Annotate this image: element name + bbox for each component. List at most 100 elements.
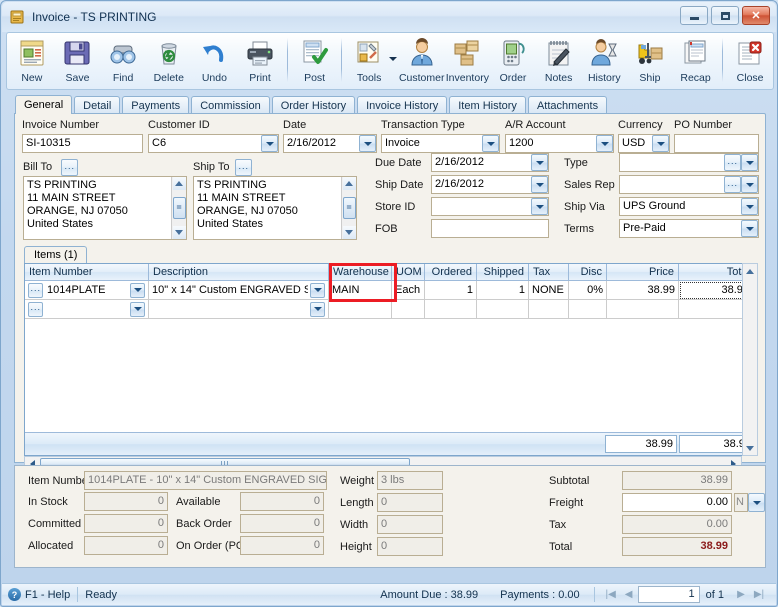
toolbar-button-history[interactable]: History xyxy=(581,33,627,89)
chevron-down-icon[interactable] xyxy=(261,135,278,152)
freight-dropdown-chevron-down-icon[interactable] xyxy=(748,493,765,512)
cell-shipped[interactable] xyxy=(477,300,529,318)
chevron-down-icon[interactable] xyxy=(741,198,758,215)
chevron-down-icon[interactable] xyxy=(531,198,548,215)
type-ellipsis-button[interactable]: ··· xyxy=(724,154,741,171)
column-header-warehouse[interactable]: Warehouse xyxy=(329,264,392,280)
tab-commission[interactable]: Commission xyxy=(191,96,270,114)
scroll-up-arrow-icon[interactable] xyxy=(743,264,757,278)
toolbar-button-inventory[interactable]: Inventory xyxy=(445,33,491,89)
toolbar-button-undo[interactable]: Undo xyxy=(192,33,238,89)
sales-rep-combo[interactable]: ··· xyxy=(619,175,759,194)
column-header-ordered[interactable]: Ordered xyxy=(425,264,477,280)
items-grid-vertical-scrollbar[interactable] xyxy=(742,263,758,456)
chevron-down-icon[interactable] xyxy=(531,154,548,171)
cell-uom[interactable]: Each xyxy=(392,281,425,299)
toolbar-button-post[interactable]: Post xyxy=(292,33,338,89)
freight-value[interactable]: 0.00 xyxy=(622,493,732,512)
ar-account-combo[interactable]: 1200 xyxy=(505,134,614,153)
scrollbar-thumb[interactable]: ≣ xyxy=(172,197,186,219)
chevron-down-icon[interactable] xyxy=(741,176,758,193)
chevron-down-icon[interactable] xyxy=(130,301,145,317)
items-grid-body[interactable]: ··· 1014PLATE 10" x 14" Custom ENGRAVED SI… xyxy=(25,281,757,432)
chevron-down-icon[interactable] xyxy=(741,220,758,237)
toolbar-button-tools[interactable]: Tools xyxy=(346,33,392,89)
toolbar-button-customer[interactable]: Customer xyxy=(399,33,445,89)
toolbar-button-save[interactable]: Save xyxy=(55,33,101,89)
column-header-description[interactable]: Description xyxy=(149,264,329,280)
tab-detail[interactable]: Detail xyxy=(74,96,121,114)
ship-to-address-box[interactable]: TS PRINTING 11 MAIN STREET ORANGE, NJ 07… xyxy=(193,176,357,240)
cell-price[interactable] xyxy=(607,300,679,318)
nav-next-button[interactable]: ▶ xyxy=(732,586,750,603)
toolbar-button-recap[interactable]: Recap xyxy=(673,33,719,89)
chevron-down-icon[interactable] xyxy=(359,135,376,152)
tab-order-history[interactable]: Order History xyxy=(271,96,356,114)
chevron-down-icon[interactable] xyxy=(310,301,325,317)
currency-combo[interactable]: USD xyxy=(618,134,670,153)
cell-disc[interactable] xyxy=(569,300,607,318)
ship-to-scrollbar[interactable]: ≣ xyxy=(341,177,356,239)
tab-invoice-history[interactable]: Invoice History xyxy=(357,96,448,114)
column-header-tax[interactable]: Tax xyxy=(529,264,569,280)
terms-combo[interactable]: Pre-Paid xyxy=(619,219,759,238)
toolbar-button-notes[interactable]: Notes xyxy=(536,33,582,89)
cell-ordered[interactable] xyxy=(425,300,477,318)
po-number-input[interactable] xyxy=(674,134,759,153)
cell-item-number[interactable]: ··· xyxy=(25,300,149,318)
toolbar-button-order[interactable]: Order xyxy=(490,33,536,89)
scrollbar-thumb[interactable]: ≣ xyxy=(342,197,356,219)
type-combo[interactable]: ··· xyxy=(619,153,759,172)
table-row[interactable]: ··· xyxy=(25,300,757,319)
row-ellipsis-button[interactable]: ··· xyxy=(28,282,43,298)
help-label[interactable]: F1 - Help xyxy=(25,589,70,601)
cell-warehouse[interactable]: MAIN xyxy=(329,281,392,299)
cell-tax[interactable] xyxy=(529,300,569,318)
column-header-shipped[interactable]: Shipped xyxy=(477,264,529,280)
maximize-button[interactable] xyxy=(711,6,739,25)
toolbar-button-delete[interactable]: Delete xyxy=(146,33,192,89)
tab-attachments[interactable]: Attachments xyxy=(527,96,608,114)
tab-items[interactable]: Items (1) xyxy=(24,246,88,263)
cell-disc[interactable]: 0% xyxy=(569,281,607,299)
page-number-input[interactable]: 1 xyxy=(637,586,700,603)
chevron-down-icon[interactable] xyxy=(531,176,548,193)
chevron-down-icon[interactable] xyxy=(482,135,499,152)
column-header-disc[interactable]: Disc xyxy=(569,264,607,280)
cell-item-number[interactable]: ··· 1014PLATE xyxy=(25,281,149,299)
column-header-uom[interactable]: UOM xyxy=(392,264,425,280)
close-button[interactable]: ✕ xyxy=(742,6,770,25)
chevron-down-icon[interactable] xyxy=(652,135,669,152)
store-id-combo[interactable] xyxy=(431,197,549,216)
column-header-item-number[interactable]: Item Number xyxy=(25,264,149,280)
tab-general[interactable]: General xyxy=(15,95,73,114)
bill-to-address-box[interactable]: TS PRINTING 11 MAIN STREET ORANGE, NJ 07… xyxy=(23,176,187,240)
tab-item-history[interactable]: Item History xyxy=(449,96,526,114)
help-question-icon[interactable]: ? xyxy=(8,588,21,601)
transaction-type-combo[interactable]: Invoice xyxy=(381,134,500,153)
tools-dropdown-button[interactable] xyxy=(388,33,399,89)
cell-uom[interactable] xyxy=(392,300,425,318)
cell-description[interactable]: 10" x 14" Custom ENGRAVED SIGN xyxy=(149,281,329,299)
cell-warehouse[interactable] xyxy=(329,300,392,318)
scroll-down-arrow-icon[interactable] xyxy=(743,441,757,455)
chevron-down-icon[interactable] xyxy=(741,154,758,171)
cell-description[interactable] xyxy=(149,300,329,318)
due-date-combo[interactable]: 2/16/2012 xyxy=(431,153,549,172)
cell-tax[interactable]: NONE xyxy=(529,281,569,299)
toolbar-button-ship[interactable]: Ship xyxy=(627,33,673,89)
cell-ordered[interactable]: 1 xyxy=(425,281,477,299)
nav-first-button[interactable]: |◀ xyxy=(602,586,620,603)
scroll-down-arrow-icon[interactable] xyxy=(342,226,356,239)
ship-date-combo[interactable]: 2/16/2012 xyxy=(431,175,549,194)
column-header-price[interactable]: Price xyxy=(607,264,679,280)
bill-to-scrollbar[interactable]: ≣ xyxy=(171,177,186,239)
nav-prev-button[interactable]: ◀ xyxy=(620,586,638,603)
chevron-down-icon[interactable] xyxy=(596,135,613,152)
scroll-up-arrow-icon[interactable] xyxy=(172,177,186,190)
nav-last-button[interactable]: ▶| xyxy=(750,586,768,603)
invoice-number-input[interactable]: SI-10315 xyxy=(22,134,143,153)
chevron-down-icon[interactable] xyxy=(130,282,145,298)
bill-to-ellipsis-button[interactable]: ··· xyxy=(61,159,78,176)
toolbar-button-find[interactable]: Find xyxy=(100,33,146,89)
